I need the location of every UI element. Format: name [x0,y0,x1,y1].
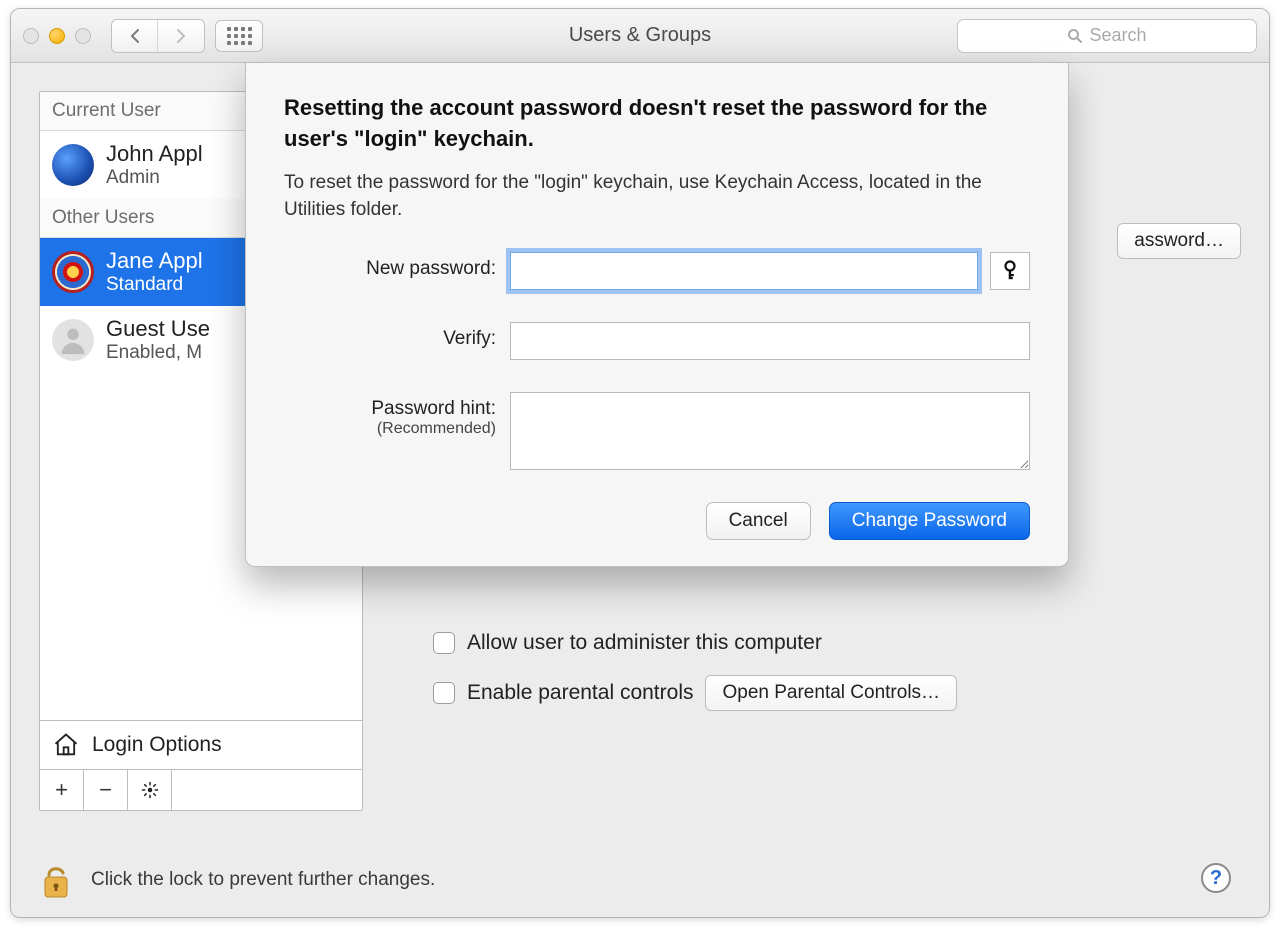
show-all-button[interactable] [215,20,263,52]
user-name: Guest Use [106,316,210,342]
parental-row: Enable parental controls Open Parental C… [433,675,957,711]
allow-admin-checkbox[interactable] [433,632,455,654]
sheet-heading: Resetting the account password doesn't r… [284,93,1030,155]
nav-segment [111,19,205,53]
reset-password-sheet: Resetting the account password doesn't r… [245,63,1069,567]
avatar-earth-icon [52,144,94,186]
cancel-button[interactable]: Cancel [706,502,811,540]
new-password-input[interactable] [510,252,978,290]
avatar-blank-icon [52,319,94,361]
gear-icon [141,781,159,799]
login-options-row[interactable]: Login Options [40,720,362,769]
lock-text: Click the lock to prevent further change… [91,869,435,891]
change-password-confirm-button[interactable]: Change Password [829,502,1030,540]
chevron-left-icon [129,28,141,44]
key-icon [1002,260,1018,282]
allow-admin-row[interactable]: Allow user to administer this computer [433,631,957,655]
grid-icon [227,27,252,45]
hint-label: Password hint: (Recommended) [284,392,510,438]
titlebar: Users & Groups Search [11,9,1269,63]
search-placeholder: Search [1089,25,1146,46]
parental-checkbox[interactable] [433,682,455,704]
allow-admin-label: Allow user to administer this computer [467,631,822,655]
help-button[interactable]: ? [1201,863,1231,893]
chevron-right-icon [175,28,187,44]
sidebar-bottom-toolbar: + − [40,769,362,810]
login-options-label: Login Options [92,733,222,757]
traffic-lights [23,28,91,44]
minimize-dot[interactable] [49,28,65,44]
password-assistant-button[interactable] [990,252,1030,290]
verify-label: Verify: [284,322,510,350]
action-gear-button[interactable] [128,770,172,810]
sheet-description: To reset the password for the "login" ke… [284,169,1030,224]
unlocked-lock-icon[interactable] [39,859,73,901]
user-role: Enabled, M [106,342,210,364]
add-user-button[interactable]: + [40,770,84,810]
parental-label: Enable parental controls [467,681,693,705]
forward-button[interactable] [158,20,204,52]
verify-password-input[interactable] [510,322,1030,360]
zoom-dot[interactable] [75,28,91,44]
new-password-label: New password: [284,252,510,280]
remove-user-button[interactable]: − [84,770,128,810]
prefs-window: Users & Groups Search Current User John … [10,8,1270,918]
close-dot[interactable] [23,28,39,44]
user-role: Admin [106,167,203,189]
password-hint-input[interactable] [510,392,1030,470]
open-parental-controls-button[interactable]: Open Parental Controls… [705,675,957,711]
search-field[interactable]: Search [957,19,1257,53]
change-password-button[interactable]: assword… [1117,223,1241,259]
user-name: John Appl [106,141,203,167]
lock-row: Click the lock to prevent further change… [39,859,1241,901]
user-name: Jane Appl [106,248,203,274]
back-button[interactable] [112,20,158,52]
search-icon [1067,28,1083,44]
user-role: Standard [106,274,203,296]
avatar-target-icon [52,251,94,293]
house-icon [52,731,80,759]
